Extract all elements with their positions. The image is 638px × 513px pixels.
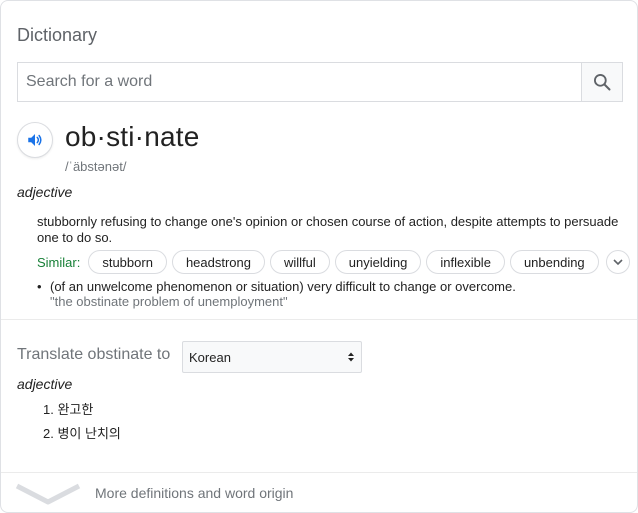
divider [1, 319, 637, 320]
similar-label: Similar: [37, 254, 81, 270]
headword: ob·sti·nate [65, 121, 200, 152]
similar-words: Similar: stubborn headstrong willful uny… [37, 250, 630, 274]
search-input[interactable] [18, 63, 581, 101]
translate-label: Translate obstinate to [17, 346, 171, 363]
speaker-icon [28, 134, 42, 146]
part-of-speech: adjective [17, 184, 73, 200]
similar-chip-headstrong[interactable]: headstrong [171, 250, 265, 274]
dictionary-card: Dictionary ob·sti·nate /ˈäbstənət/ adjec… [0, 0, 638, 513]
similar-chip-unbending[interactable]: unbending [509, 250, 599, 274]
search-button[interactable] [581, 63, 622, 101]
divider [1, 472, 637, 473]
similar-expand-button[interactable] [605, 250, 630, 274]
definition-2: • (of an unwelcome phenomenon or situati… [37, 279, 516, 294]
translation-item: 2. 병이 난치의 [43, 426, 121, 441]
definition-1: stubbornly refusing to change one's opin… [37, 214, 619, 245]
search-icon [594, 74, 611, 91]
similar-chip-inflexible[interactable]: inflexible [426, 250, 505, 274]
more-definitions-label: More definitions and word origin [95, 485, 294, 501]
search-box [17, 62, 623, 102]
language-select[interactable]: Korean [182, 341, 362, 373]
similar-chip-stubborn[interactable]: stubborn [88, 250, 167, 274]
language-select-value: Korean [189, 349, 231, 365]
definition-2-text: (of an unwelcome phenomenon or situation… [50, 279, 516, 294]
phonetic: /ˈäbstənət/ [65, 159, 127, 174]
chevron-down-icon [613, 259, 623, 266]
select-arrows-icon [348, 352, 354, 362]
translation-part-of-speech: adjective [17, 376, 73, 392]
bullet: • [37, 279, 42, 294]
translation-list: 1. 완고한 2. 병이 난치의 [43, 402, 121, 450]
card-title: Dictionary [17, 25, 98, 45]
translation-item: 1. 완고한 [43, 402, 94, 417]
definition-2-example: "the obstinate problem of unemployment" [50, 294, 288, 309]
more-definitions-button[interactable]: More definitions and word origin [15, 481, 293, 505]
pronunciation-button[interactable] [17, 122, 53, 158]
similar-chip-unyielding[interactable]: unyielding [334, 250, 422, 274]
chevron-down-icon [15, 483, 81, 505]
similar-chip-willful[interactable]: willful [270, 250, 330, 274]
